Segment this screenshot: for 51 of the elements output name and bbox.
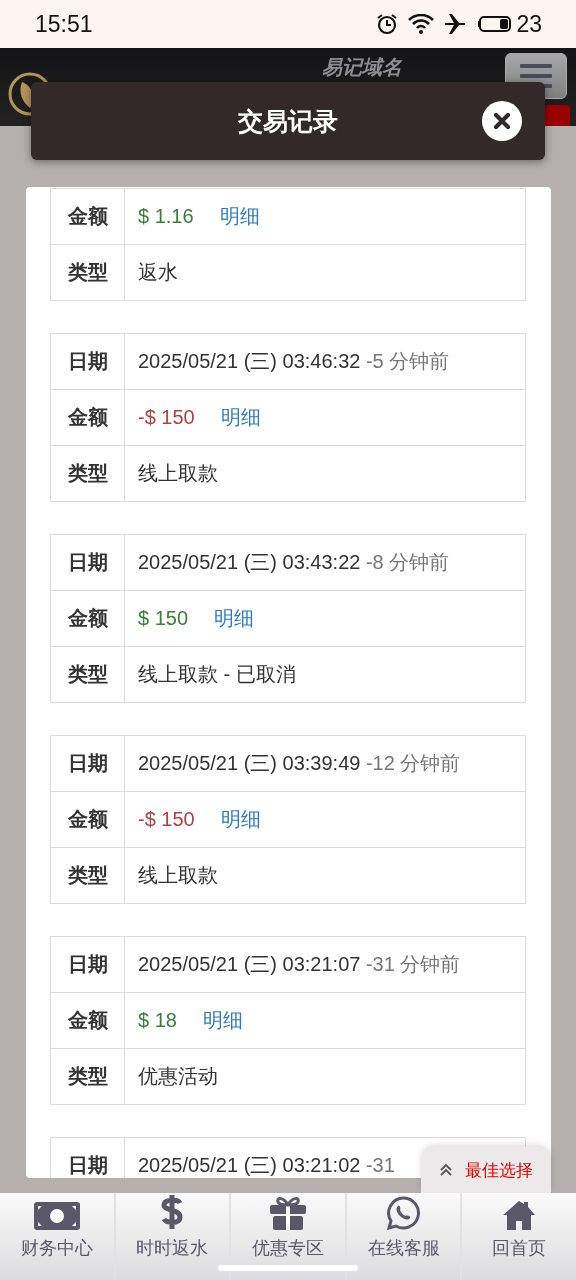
field-label: 日期 (50, 936, 125, 993)
dollar-icon (160, 1194, 185, 1230)
field-value: 优惠活动 (124, 1048, 526, 1105)
close-icon (493, 112, 511, 130)
field-label: 类型 (50, 847, 125, 904)
field-label: 金额 (50, 590, 125, 647)
nav-item[interactable]: 回首页 (462, 1193, 576, 1280)
wifi-icon (408, 14, 435, 34)
field-label: 类型 (50, 244, 125, 301)
field-value: 2025/05/21 (三) 03:46:32 -5 分钟前 (124, 333, 526, 390)
best-choice-button[interactable]: 最佳选择 (421, 1147, 551, 1193)
chat-phone-icon (386, 1196, 421, 1230)
field-label: 金额 (50, 188, 125, 245)
home-icon (503, 1200, 536, 1230)
battery-level: 23 (516, 10, 542, 38)
field-value: -$ 150 明细 (124, 791, 526, 848)
field-value: -$ 150 明细 (124, 389, 526, 446)
battery-icon (478, 15, 513, 33)
detail-link[interactable]: 明细 (219, 205, 260, 227)
field-value: 2025/05/21 (三) 03:43:22 -8 分钟前 (124, 534, 526, 591)
tagline: 易记域名 (322, 54, 402, 81)
field-label: 日期 (50, 735, 125, 792)
field-label: 金额 (50, 791, 125, 848)
field-value: 2025/05/21 (三) 03:39:49 -12 分钟前 (124, 735, 526, 792)
field-label: 金额 (50, 992, 125, 1049)
field-value: 线上取款 (124, 445, 526, 502)
close-button[interactable] (482, 101, 522, 141)
field-value: $ 18 明细 (124, 992, 526, 1049)
field-label: 金额 (50, 389, 125, 446)
field-value: 返水 (124, 244, 526, 301)
gift-icon (270, 1196, 306, 1230)
alarm-icon (376, 13, 399, 35)
banknote-icon (33, 1202, 80, 1230)
double-chevron-up-icon (439, 1163, 453, 1177)
field-value: 2025/05/21 (三) 03:21:07 -31 分钟前 (124, 936, 526, 993)
detail-link[interactable]: 明细 (202, 1009, 243, 1031)
field-value: $ 1.16 明细 (124, 188, 526, 245)
detail-link[interactable]: 明细 (214, 607, 255, 629)
detail-link[interactable]: 明细 (220, 808, 261, 830)
field-label: 日期 (50, 534, 125, 591)
field-label: 日期 (50, 333, 125, 390)
field-value: 线上取款 - 已取消 (124, 646, 526, 703)
detail-link[interactable]: 明细 (220, 406, 261, 428)
field-label: 类型 (50, 1048, 125, 1105)
field-value: 线上取款 (124, 847, 526, 904)
clock-time: 15:51 (35, 10, 93, 38)
field-label: 类型 (50, 646, 125, 703)
modal-title: 交易记录 (238, 105, 338, 138)
nav-item[interactable]: 财务中心 (0, 1193, 116, 1280)
field-label: 类型 (50, 445, 125, 502)
field-value: $ 150 明细 (124, 590, 526, 647)
